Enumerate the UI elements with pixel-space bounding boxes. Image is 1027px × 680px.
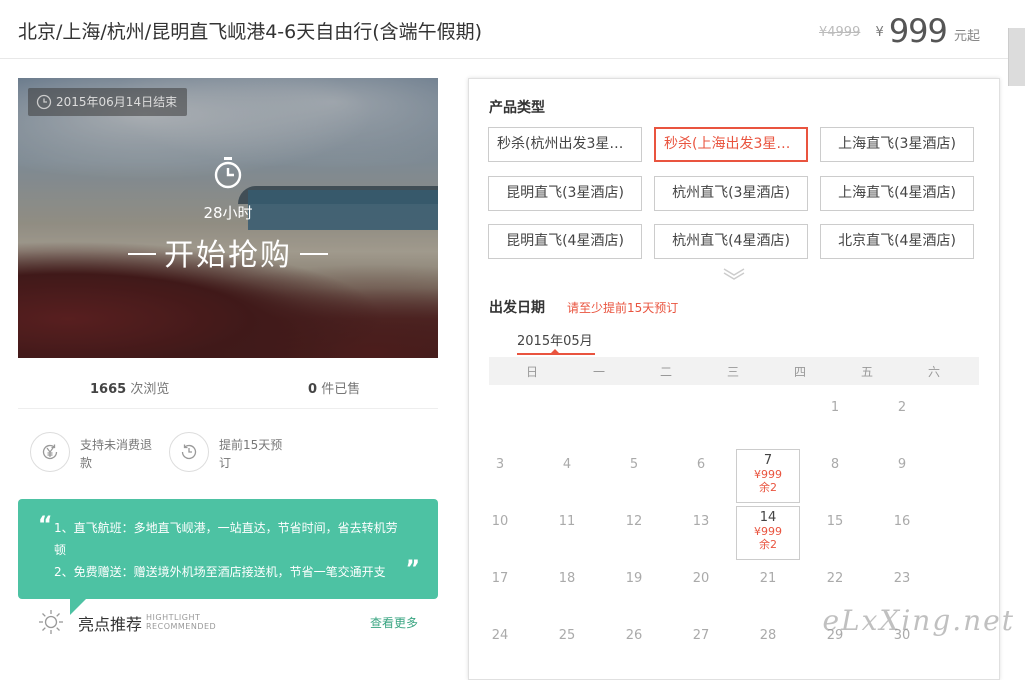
clock-history-icon [181,444,197,460]
calendar-day: 23 [893,571,911,586]
price-block: ¥4999 ¥ 999 元起 [819,12,980,50]
calendar-day: 8 [830,457,840,472]
calendar-day: 2 [897,400,907,415]
departure-date-label: 出发日期 [489,300,545,316]
calendar-day: 16 [893,514,911,529]
feature-refund-label: 支持未消费退款 [80,438,153,470]
countdown-hours: 28小时 [203,204,253,222]
sun-icon [39,610,63,634]
calendar-month-tab[interactable]: 2015年05月 [517,330,593,349]
product-option[interactable]: 秒杀(杭州出发3星酒店) [488,127,642,162]
booking-panel: 产品类型 秒杀(杭州出发3星酒店) 秒杀(上海出发3星酒店) 上海直飞(3星酒店… [468,78,1000,680]
calendar-day: 28 [759,628,777,643]
page-header: 北京/上海/杭州/昆明直飞岘港4-6天自由行(含端午假期) ¥4999 ¥ 99… [0,0,1010,59]
calendar-day: 5 [629,457,639,472]
calendar-day-number: 14 [759,510,777,525]
product-option[interactable]: 昆明直飞(3星酒店) [488,176,642,211]
product-type-label: 产品类型 [489,100,545,116]
calendar-day-price: ¥999 [754,468,782,481]
stats-bar: 1665 次浏览 0 件已售 [18,368,438,409]
calendar-day: 24 [491,628,509,643]
currency-symbol: ¥ [875,25,884,40]
calendar-day: 6 [696,457,706,472]
calendar-day: 21 [759,571,777,586]
calendar-day[interactable]: 7 ¥999 余2 [736,449,800,503]
calendar-day: 19 [625,571,643,586]
calendar-day-price: ¥999 [754,525,782,538]
calendar-day: 9 [897,457,907,472]
scrollbar-thumb[interactable] [1008,28,1025,86]
feature-advance-label: 提前15天预订 [219,438,283,470]
product-option[interactable]: 上海直飞(4星酒店) [820,176,974,211]
calendar-day: 3 [495,457,505,472]
open-quote: “ [38,513,53,538]
yen-refund-icon [42,444,58,460]
calendar-day-stock: 余2 [759,481,777,494]
product-option[interactable]: 上海直飞(3星酒店) [820,127,974,162]
price-unit: 元起 [953,29,980,44]
calendar-day: 18 [558,571,576,586]
clock-icon [36,94,52,110]
highlights-title: 亮点推荐 [78,615,143,634]
product-option[interactable]: 杭州直飞(3星酒店) [654,176,808,211]
product-option-selected[interactable]: 秒杀(上海出发3星酒店) [654,127,808,162]
watermark: eLxXing.net [822,604,1015,637]
calendar-day-stock: 余2 [759,538,777,551]
calendar-day: 27 [692,628,710,643]
calendar-day: 17 [491,571,509,586]
calendar-day: 26 [625,628,643,643]
end-date-text: 2015年06月14日结束 [56,95,178,109]
stopwatch-icon [214,157,242,189]
highlights-header: 亮点推荐 HIGHTLIGHT RECOMMENDED 查看更多 [18,605,438,641]
weekday-header: 日 一 二 三 四 五 六 [489,357,979,385]
calendar-day: 15 [826,514,844,529]
calendar-day: 11 [558,514,576,529]
product-option[interactable]: 北京直飞(4星酒店) [820,224,974,259]
highlight-line-1: 1、直飞航班：多地直飞岘港，一站直达，节省时间，省去转机劳顿 [54,521,398,557]
view-more-link[interactable]: 查看更多 [370,614,418,631]
calendar-day: 13 [692,514,710,529]
hero-image: 2015年06月14日结束 28小时 开始抢购 [18,78,438,358]
sold-stat: 0 件已售 [308,382,361,397]
calendar-day: 20 [692,571,710,586]
calendar-day: 22 [826,571,844,586]
chevron-down-icon[interactable] [723,267,745,281]
end-date-tag: 2015年06月14日结束 [28,88,188,116]
calendar-day-number: 7 [763,453,773,468]
calendar-day: 25 [558,628,576,643]
calendar-day: 4 [562,457,572,472]
highlights-subtitle: HIGHTLIGHT RECOMMENDED [146,613,217,631]
highlights-box: “ 1、直飞航班：多地直飞岘港，一站直达，节省时间，省去转机劳顿 2、免费赠送：… [18,499,438,615]
close-quote: ” [405,557,420,582]
calendar-day: 12 [625,514,643,529]
calendar-day: 10 [491,514,509,529]
advance-booking-note: 请至少提前15天预订 [567,301,679,315]
original-price: ¥4999 [818,25,861,40]
calendar-day: 1 [830,400,840,415]
views-stat: 1665 次浏览 [90,382,170,397]
product-option[interactable]: 杭州直飞(4星酒店) [654,224,808,259]
product-option[interactable]: 昆明直飞(4星酒店) [488,224,642,259]
current-price: 999 [888,12,948,50]
start-sale-label: 开始抢购 [18,230,438,274]
calendar-day[interactable]: 14 ¥999 余2 [736,506,800,560]
highlight-line-2: 2、免费赠送：赠送境外机场至酒店接送机，节省一笔交通开支 [54,565,386,579]
page-title: 北京/上海/杭州/昆明直飞岘港4-6天自由行(含端午假期) [18,21,483,43]
